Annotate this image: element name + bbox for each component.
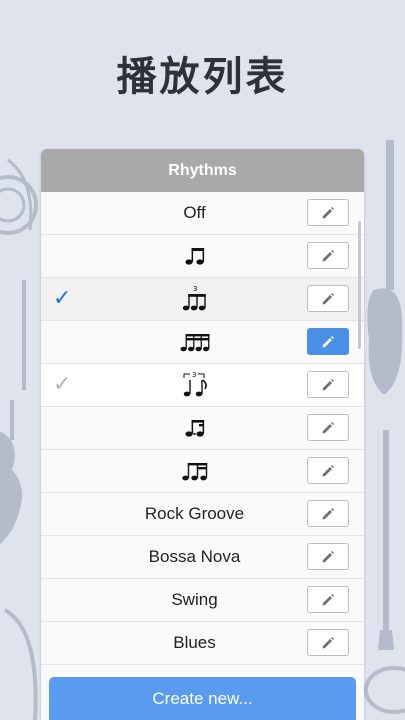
pencil-icon bbox=[322, 421, 334, 433]
check-icon: ✓ bbox=[53, 372, 72, 397]
pencil-icon bbox=[322, 464, 334, 476]
rhythm-notation bbox=[81, 321, 308, 363]
rhythm-label: Bossa Nova bbox=[148, 547, 241, 566]
pencil-icon bbox=[322, 550, 334, 562]
pencil-icon bbox=[322, 593, 334, 605]
violin-illustration bbox=[0, 400, 22, 545]
eighth-notes-icon bbox=[184, 248, 204, 265]
rhythm-list-panel: Rhythms Off ✓ 3 ✓ 3 Rock Groove Bossa No… bbox=[41, 149, 364, 720]
edit-button[interactable] bbox=[307, 500, 349, 527]
list-item[interactable]: ✓ 3 bbox=[41, 278, 364, 321]
list-scrollbar[interactable] bbox=[358, 221, 361, 349]
pencil-icon bbox=[322, 292, 334, 304]
create-new-button[interactable]: Create new... bbox=[49, 677, 356, 720]
edit-button[interactable] bbox=[307, 457, 349, 484]
triplet-eighths-icon: 3 bbox=[182, 285, 206, 311]
french-horn-illustration bbox=[0, 158, 38, 235]
edit-button[interactable] bbox=[307, 629, 349, 656]
pencil-icon bbox=[322, 378, 334, 390]
list-item[interactable]: Swing bbox=[41, 579, 364, 622]
pencil-icon bbox=[322, 335, 334, 347]
svg-text:3: 3 bbox=[193, 285, 197, 293]
edit-button[interactable] bbox=[307, 285, 349, 312]
rhythm-notation bbox=[81, 235, 308, 277]
flute-illustration bbox=[22, 280, 26, 390]
list-item[interactable] bbox=[41, 321, 364, 364]
rhythm-label: Blues bbox=[173, 633, 216, 652]
list-item[interactable] bbox=[41, 407, 364, 450]
edit-button[interactable] bbox=[307, 543, 349, 570]
pencil-icon bbox=[322, 636, 334, 648]
clarinet-illustration bbox=[378, 430, 394, 650]
dotted-eighth-sixteenth-icon bbox=[184, 420, 204, 437]
list-item[interactable]: Bossa Nova bbox=[41, 536, 364, 579]
edit-button[interactable] bbox=[307, 586, 349, 613]
guitar-illustration bbox=[367, 140, 403, 395]
rhythm-list: Off ✓ 3 ✓ 3 Rock Groove Bossa Nova Swing… bbox=[41, 192, 364, 665]
check-icon: ✓ bbox=[53, 286, 72, 311]
list-item[interactable] bbox=[41, 450, 364, 493]
svg-text:3: 3 bbox=[192, 371, 196, 379]
list-item[interactable]: Rock Groove bbox=[41, 493, 364, 536]
swing-triplet-icon: 3 bbox=[183, 371, 207, 397]
rhythm-notation bbox=[81, 450, 308, 492]
edit-button[interactable] bbox=[307, 371, 349, 398]
edit-button[interactable] bbox=[307, 328, 349, 355]
edit-button[interactable] bbox=[307, 199, 349, 226]
edit-button[interactable] bbox=[307, 414, 349, 441]
eighth-two-sixteenths-icon bbox=[181, 463, 207, 481]
list-item[interactable] bbox=[41, 235, 364, 278]
pencil-icon bbox=[322, 206, 334, 218]
edit-button[interactable] bbox=[307, 242, 349, 269]
drum-illustration bbox=[364, 666, 405, 714]
rhythm-notation: 3 bbox=[81, 364, 308, 406]
harp-illustration bbox=[3, 608, 38, 720]
pencil-icon bbox=[322, 507, 334, 519]
pencil-icon bbox=[322, 249, 334, 261]
rhythm-label: Off bbox=[183, 203, 206, 222]
sixteenth-notes-icon bbox=[180, 334, 209, 352]
rhythm-notation: 3 bbox=[81, 278, 308, 320]
list-item[interactable]: Off bbox=[41, 192, 364, 235]
rhythm-label: Rock Groove bbox=[144, 504, 245, 523]
panel-header: Rhythms bbox=[41, 149, 364, 192]
rhythm-label: Swing bbox=[171, 590, 218, 609]
rhythm-notation bbox=[81, 407, 308, 449]
list-item[interactable]: Blues bbox=[41, 622, 364, 665]
list-item[interactable]: ✓ 3 bbox=[41, 364, 364, 407]
page-title: 播放列表 bbox=[116, 54, 289, 100]
